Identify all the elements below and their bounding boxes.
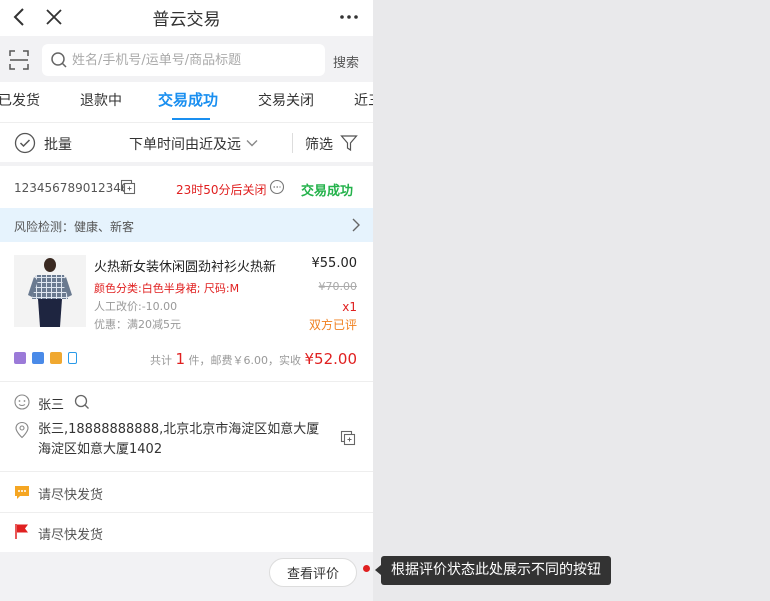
risk-check-text: 风险检测：健康、新客 xyxy=(14,220,135,234)
rating-status: 双方已评 xyxy=(308,318,357,332)
buyer-message: 请尽快发货 xyxy=(38,488,104,503)
divider xyxy=(0,512,373,513)
annotation-dot xyxy=(363,565,370,572)
page-title: 普云交易 xyxy=(152,10,221,30)
order-total: ¥52.00 xyxy=(304,350,358,368)
filter-bar: 批量 下单时间由近及远 筛选 xyxy=(0,122,373,162)
chevron-right-icon xyxy=(352,218,360,232)
badge-icon xyxy=(32,352,45,364)
filter-button[interactable]: 筛选 xyxy=(305,134,333,154)
order-status: 交易成功 xyxy=(301,184,354,199)
badge-icon xyxy=(14,352,26,364)
discount-info: 优惠：满20减5元 xyxy=(94,318,181,331)
tab-shipped[interactable]: 已发货 xyxy=(0,90,40,110)
tab-refunding[interactable]: 退款中 xyxy=(80,90,122,110)
item-count: 1 xyxy=(175,350,185,368)
order-card: 123456789012346 23时50分后关闭 交易成功 风险检测：健康、新… xyxy=(0,166,373,552)
chevron-down-icon xyxy=(246,140,258,147)
action-bar: 查看评价 xyxy=(0,552,373,601)
risk-check-row[interactable]: 风险检测：健康、新客 xyxy=(0,208,373,242)
tab-success[interactable]: 交易成功 xyxy=(158,89,218,110)
search-input[interactable] xyxy=(72,44,317,76)
check-circle-icon[interactable] xyxy=(14,132,36,154)
annotation-tooltip: 根据评价状态此处展示不同的按钮 xyxy=(375,556,611,585)
copy-icon[interactable] xyxy=(120,179,136,195)
close-countdown: 23时50分后关闭 xyxy=(176,183,267,197)
product-quantity: x1 xyxy=(342,300,357,314)
product-image[interactable] xyxy=(14,255,86,327)
payment-badges xyxy=(14,352,78,366)
scan-icon[interactable] xyxy=(8,49,30,71)
product-price: ¥55.00 xyxy=(311,256,358,271)
view-review-button[interactable]: 查看评价 xyxy=(269,558,357,587)
search-icon xyxy=(51,52,67,68)
product-spec: 颜色分类:白色半身裙; 尺码:M xyxy=(94,282,240,295)
price-adjustment: 人工改价:-10.00 xyxy=(94,300,178,313)
more-icon[interactable] xyxy=(337,5,361,29)
location-icon xyxy=(15,421,29,439)
tab-closed[interactable]: 交易关闭 xyxy=(258,90,314,110)
divider xyxy=(0,471,373,472)
phone-icon xyxy=(68,352,78,364)
product-photo xyxy=(14,255,86,327)
status-tabs: 已发货 退款中 交易成功 交易关闭 近三 xyxy=(0,82,373,122)
shipping-address: 张三,18888888888,北京北京市海淀区如意大厦海淀区如意大厦1402 xyxy=(38,422,320,457)
original-price: ¥70.00 xyxy=(318,280,358,293)
buyer-name: 张三 xyxy=(38,398,65,413)
summary-prefix: 共计 xyxy=(149,354,172,367)
card-icon xyxy=(50,352,63,364)
divider xyxy=(292,133,293,153)
flag-icon xyxy=(15,524,28,539)
tab-recent[interactable]: 近三 xyxy=(354,90,373,110)
batch-button[interactable]: 批量 xyxy=(44,134,72,154)
seller-note: 请尽快发货 xyxy=(38,528,104,543)
active-tab-indicator xyxy=(172,118,210,120)
divider xyxy=(0,381,373,382)
search-button[interactable]: 搜索 xyxy=(333,52,359,71)
search-icon[interactable] xyxy=(74,394,90,410)
sort-dropdown[interactable]: 下单时间由近及远 xyxy=(129,134,241,154)
clock-icon xyxy=(269,179,285,195)
search-box xyxy=(42,44,325,76)
order-number: 123456789012346 xyxy=(14,181,129,195)
copy-icon[interactable] xyxy=(340,430,356,446)
product-title[interactable]: 火热新女装休闲圆劲衬衫火热新 xyxy=(94,256,294,275)
buyer-message-icon xyxy=(15,486,29,499)
summary-middle: 件，邮费￥6.00，实收 xyxy=(188,354,302,367)
buyer-icon xyxy=(14,394,30,410)
phone-screen: 普云交易 搜索 已发货 退款中 交易成功 交易关闭 近三 批量 下单时间由近及远… xyxy=(0,0,373,601)
funnel-icon[interactable] xyxy=(340,134,358,152)
search-row: 搜索 xyxy=(0,36,373,82)
top-bar: 普云交易 xyxy=(0,0,373,36)
order-summary: 共计 1 件，邮费￥6.00，实收 ¥52.00 xyxy=(150,350,357,368)
